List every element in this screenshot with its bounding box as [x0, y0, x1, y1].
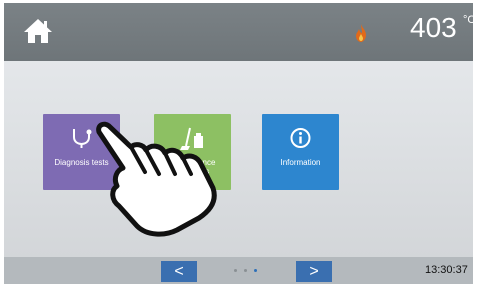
- temperature-value: 403: [410, 12, 457, 43]
- temperature-unit: °C: [463, 14, 476, 26]
- next-page-button[interactable]: >: [296, 261, 332, 282]
- page-dot-active: [254, 269, 257, 272]
- tile-information[interactable]: Information: [262, 114, 339, 190]
- pointing-hand-icon: [96, 121, 217, 237]
- home-icon[interactable]: [23, 18, 53, 44]
- furnace-screen: 403 °C Diagnosis tests Maintenance progr…: [0, 0, 479, 284]
- info-icon: [290, 128, 311, 148]
- page-indicator: [234, 269, 264, 275]
- clock-time: 13:30:37: [425, 264, 468, 276]
- page-dot: [244, 269, 247, 272]
- tile-label: Information: [280, 158, 321, 167]
- previous-page-button[interactable]: <: [161, 261, 197, 282]
- top-bar: [4, 3, 473, 61]
- flame-icon: [356, 24, 366, 42]
- page-dot: [234, 269, 237, 272]
